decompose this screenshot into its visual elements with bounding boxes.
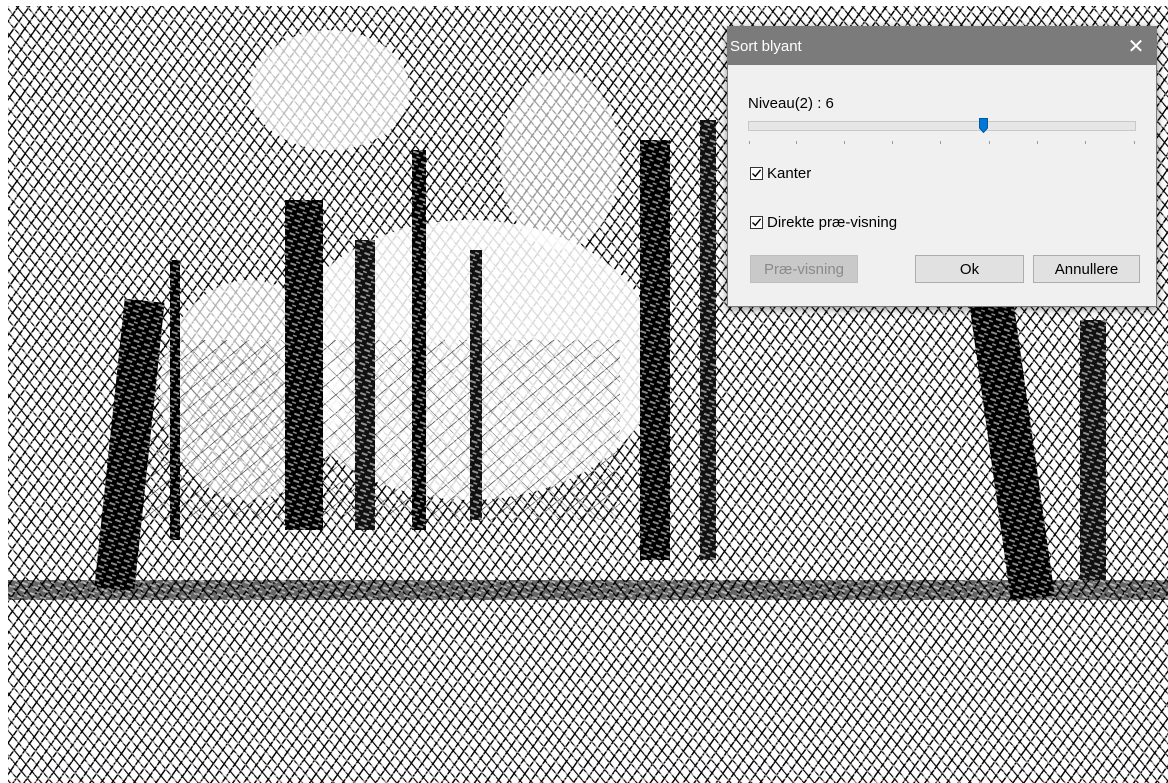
dialog-title: Sort blyant (730, 37, 802, 55)
live-preview-label: Direkte præ-visning (767, 214, 898, 231)
close-icon: ✕ (1127, 35, 1145, 58)
dialog-titlebar[interactable]: Sort blyant ✕ (728, 27, 1156, 65)
slider-tick (749, 141, 750, 144)
preview-button[interactable]: Præ-visning (750, 255, 858, 283)
slider-tick (1037, 141, 1038, 144)
slider-tick (989, 141, 990, 144)
slider-tick (940, 141, 941, 144)
cancel-button[interactable]: Annullere (1033, 255, 1140, 283)
slider-track[interactable] (748, 121, 1136, 131)
check-icon (752, 218, 762, 227)
check-icon (752, 169, 762, 178)
slider-tick (892, 141, 893, 144)
pencil-filter-dialog: Sort blyant ✕ Niveau(2) : 6 Kanter Direk… (727, 26, 1157, 307)
slider-tick (844, 141, 845, 144)
live-preview-checkbox-row[interactable]: Direkte præ-visning (750, 214, 897, 231)
ok-button[interactable]: Ok (915, 255, 1024, 283)
edges-label: Kanter (767, 165, 812, 182)
slider-tick (1134, 141, 1135, 144)
live-preview-checkbox[interactable] (750, 216, 763, 229)
edges-checkbox[interactable] (750, 167, 763, 180)
level-slider[interactable] (748, 118, 1138, 158)
slider-tick (796, 141, 797, 144)
slider-thumb-icon[interactable] (979, 118, 988, 133)
edges-checkbox-row[interactable]: Kanter (750, 165, 811, 182)
close-button[interactable]: ✕ (1122, 32, 1150, 60)
level-label: Niveau(2) : 6 (748, 95, 834, 112)
slider-tick (1085, 141, 1086, 144)
